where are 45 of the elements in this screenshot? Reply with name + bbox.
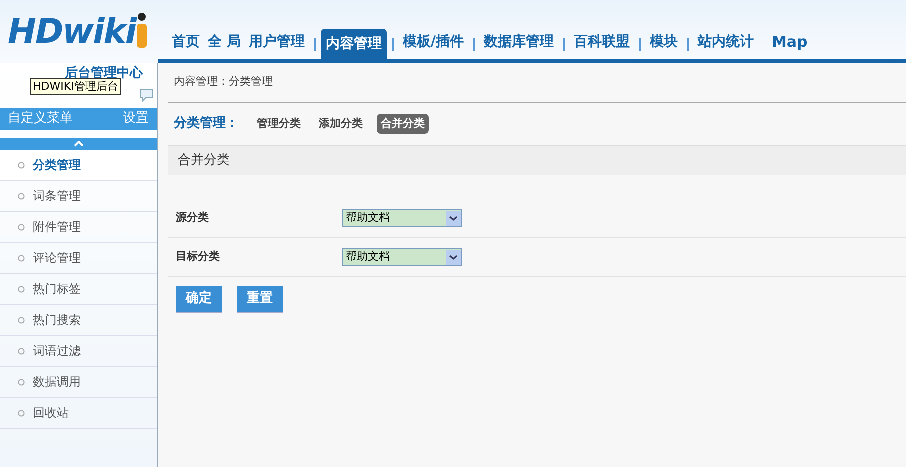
field-label: 目标分类	[176, 248, 221, 265]
sidebar-item[interactable]: 评论管理	[0, 243, 157, 274]
nav-tab[interactable]: 全 局	[204, 32, 245, 59]
sidebar-item[interactable]: 数据调用	[0, 367, 157, 398]
subnav-title: 分类管理：	[174, 115, 239, 134]
bullet-icon	[18, 192, 25, 200]
bullet-icon	[18, 286, 25, 292]
logo-wordmark: HDwiki	[8, 14, 136, 50]
sidebar-item[interactable]: 热门标签	[0, 274, 157, 305]
nav-tab[interactable]: 首页	[168, 32, 204, 59]
form-button[interactable]: 确定	[176, 286, 222, 313]
sidebar-item[interactable]: 回收站	[0, 398, 157, 429]
chat-bubble-icon[interactable]	[140, 89, 154, 102]
sidebar-item[interactable]: 热门搜索	[0, 305, 157, 336]
nav-tab[interactable]: Map	[768, 30, 812, 59]
subnav-tab[interactable]: 管理分类	[253, 114, 305, 134]
bullet-icon	[18, 224, 25, 230]
nav-tab[interactable]: 模板/插件	[398, 32, 468, 59]
nav-tab[interactable]: 百科联盟	[570, 32, 634, 59]
bullet-icon	[18, 316, 25, 324]
sidebar-item[interactable]: 附件管理	[0, 212, 157, 243]
nav-tab[interactable]: 模块	[646, 32, 682, 59]
form-button[interactable]: 重置	[237, 286, 283, 313]
bullet-icon	[18, 254, 25, 262]
nav-tab[interactable]: 数据库管理	[480, 32, 558, 59]
tooltip: HDWIKI管理后台	[30, 78, 122, 95]
field-label: 源分类	[176, 210, 210, 226]
sidebar-title: 自定义菜单	[8, 110, 73, 128]
sidebar-item[interactable]: 词语过滤	[0, 336, 157, 367]
breadcrumb: 内容管理：分类管理	[168, 63, 906, 103]
chevron-up-icon	[74, 141, 84, 147]
bullet-icon	[18, 162, 25, 168]
bullet-icon	[18, 348, 25, 354]
nav-tab[interactable]: 内容管理	[320, 29, 387, 59]
category-select[interactable]: 帮助文档	[342, 209, 462, 227]
subnav-tab[interactable]: 合并分类	[377, 114, 429, 134]
nav-tab[interactable]: 用户管理	[244, 32, 309, 59]
subnav-tab[interactable]: 添加分类	[315, 114, 367, 134]
category-select[interactable]: 帮助文档	[342, 248, 462, 266]
bullet-icon	[18, 378, 25, 386]
sidebar-item[interactable]: 分类管理	[0, 150, 157, 181]
sidebar-item[interactable]: 词条管理	[0, 181, 157, 212]
bullet-icon	[18, 410, 25, 416]
section-title: 合并分类	[178, 152, 230, 170]
nav-tab[interactable]: 站内统计	[694, 32, 758, 59]
